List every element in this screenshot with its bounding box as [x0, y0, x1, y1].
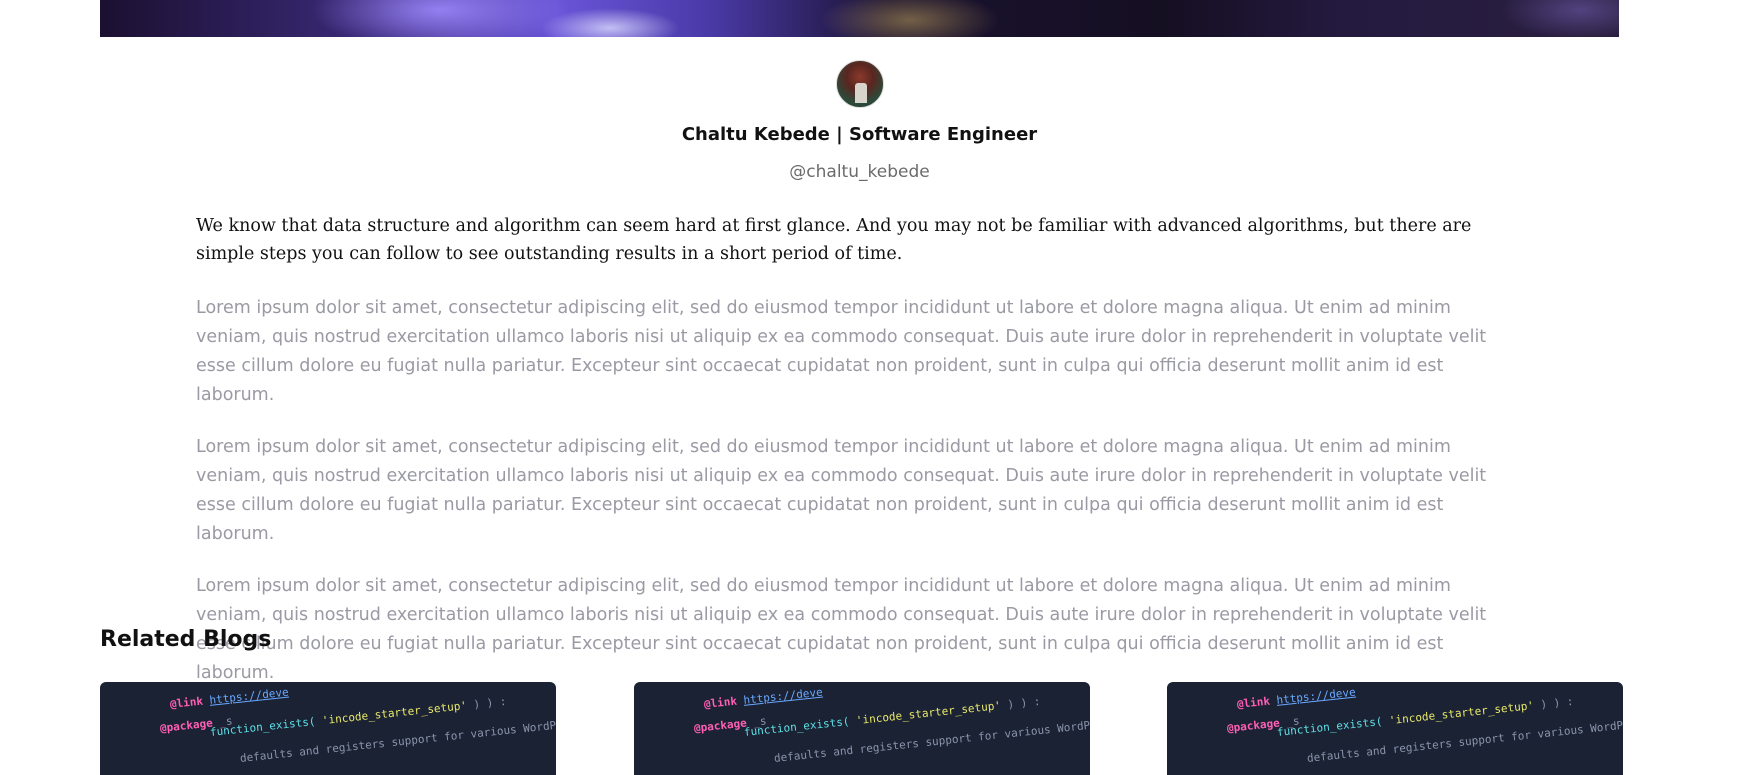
- code-keyword: @link: [1236, 694, 1271, 711]
- code-gutter: [110, 682, 140, 775]
- code-punct: ) ) :: [1006, 694, 1042, 712]
- related-blogs-list: @link https://deve @package _s function_…: [100, 682, 1623, 775]
- code-keyword: @link: [703, 694, 738, 711]
- code-keyword: @package: [693, 716, 748, 735]
- related-blog-card[interactable]: @link https://deve @package _s function_…: [100, 682, 556, 775]
- code-url: https://deve: [1275, 685, 1357, 707]
- code-gutter: [1177, 682, 1207, 775]
- code-keyword: @package: [159, 716, 214, 735]
- code-punct: ) ) :: [1539, 694, 1575, 712]
- article-paragraph: Lorem ipsum dolor sit amet, consectetur …: [196, 437, 1487, 544]
- author-name: Chaltu Kebede | Software Engineer: [681, 124, 1038, 145]
- article-paragraph: Lorem ipsum dolor sit amet, consectetur …: [196, 576, 1487, 683]
- code-keyword: @package: [1226, 716, 1281, 735]
- code-punct: ) ) :: [472, 694, 508, 712]
- code-url: https://deve: [208, 685, 290, 707]
- code-string: 'incode_starter_setup': [1388, 699, 1535, 728]
- related-blogs-heading: Related Blogs: [100, 627, 272, 652]
- code-gutter: [644, 682, 674, 775]
- code-string: 'incode_starter_setup': [321, 699, 468, 728]
- article-lead: We know that data structure and algorith…: [196, 216, 1472, 264]
- code-string: 'incode_starter_setup': [855, 699, 1002, 728]
- author-block: Chaltu Kebede | Software Engineer @chalt…: [0, 60, 1719, 182]
- related-blog-card[interactable]: @link https://deve @package _s function_…: [1167, 682, 1623, 775]
- avatar[interactable]: [835, 60, 884, 108]
- hero-image: [100, 0, 1619, 37]
- code-keyword: @link: [169, 694, 204, 711]
- article-body: We know that data structure and algorith…: [196, 212, 1526, 688]
- hero-light-glow: [820, 0, 1000, 37]
- article-paragraph: Lorem ipsum dolor sit amet, consectetur …: [196, 298, 1487, 405]
- code-url: https://deve: [742, 685, 824, 707]
- hero-light-glow: [1500, 0, 1619, 37]
- related-blog-card[interactable]: @link https://deve @package _s function_…: [634, 682, 1090, 775]
- author-handle[interactable]: @chaltu_kebede: [0, 162, 1719, 182]
- code-line: @link https://deve: [703, 686, 823, 711]
- code-line: @link https://deve: [1236, 686, 1356, 711]
- code-line: @link https://deve: [169, 686, 289, 711]
- hero-light-glow: [310, 0, 570, 37]
